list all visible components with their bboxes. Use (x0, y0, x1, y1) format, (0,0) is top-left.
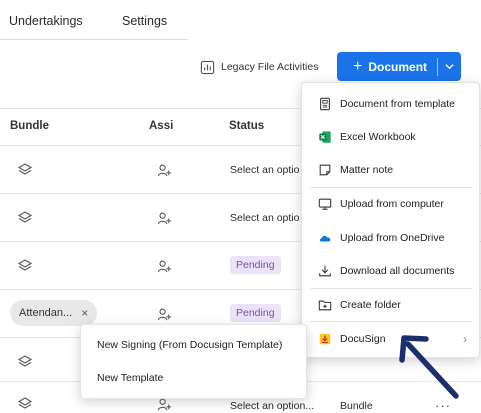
bundle-chip-label: Attendan... (19, 307, 73, 319)
menu-item-label: Create folder (340, 298, 401, 311)
document-template-icon (320, 97, 330, 110)
add-person-icon[interactable] (157, 307, 172, 322)
column-header-bundle[interactable]: Bundle (10, 120, 49, 132)
menu-item-label: DocuSign (340, 332, 386, 345)
status-select[interactable]: Select an option... (230, 400, 314, 412)
menu-item-download-all-documents[interactable]: Download all documents (302, 254, 479, 287)
layers-icon[interactable] (17, 258, 33, 274)
download-icon (319, 265, 331, 276)
docusign-icon (319, 333, 331, 344)
legacy-file-activities-label: Legacy File Activities (221, 61, 319, 73)
layers-icon[interactable] (17, 162, 33, 178)
menu-item-new-template[interactable]: New Template (97, 372, 163, 384)
excel-icon (319, 130, 331, 143)
menu-item-label: Document from template (340, 97, 455, 110)
layers-icon[interactable] (17, 354, 33, 370)
add-document-menu: Document from template Excel Workbook Ma… (301, 82, 480, 358)
annotation-arrow-icon (399, 335, 459, 399)
docusign-submenu: New Signing (From Docusign Template) New… (80, 324, 307, 399)
add-person-icon[interactable] (157, 397, 172, 412)
menu-item-label: Matter note (340, 163, 394, 176)
tab-undertakings[interactable]: Undertakings (9, 14, 83, 28)
column-header-status[interactable]: Status (229, 120, 264, 132)
add-person-icon[interactable] (157, 211, 172, 226)
status-select[interactable]: Select an optio (230, 164, 299, 176)
status-badge[interactable]: Pending (230, 256, 281, 274)
menu-item-excel-workbook[interactable]: Excel Workbook (302, 120, 479, 153)
layers-icon[interactable] (17, 396, 33, 412)
layers-icon[interactable] (17, 210, 33, 226)
column-header-assignee[interactable]: Assi (149, 120, 173, 132)
document-button-label: Document (368, 59, 428, 74)
chevron-down-icon (445, 64, 454, 70)
document-split-button: + Document (337, 52, 461, 81)
folder-plus-icon (318, 300, 332, 310)
add-person-icon[interactable] (157, 163, 172, 178)
menu-item-upload-from-onedrive[interactable]: Upload from OneDrive (302, 221, 479, 254)
plus-icon: + (353, 57, 363, 75)
status-badge[interactable]: Pending (230, 304, 281, 322)
tab-bar: Undertakings Settings (0, 0, 188, 40)
menu-item-upload-from-computer[interactable]: Upload from computer (302, 187, 479, 220)
monitor-icon (318, 198, 332, 210)
bundle-chip[interactable]: Attendan... × (10, 300, 98, 326)
note-icon (319, 164, 331, 175)
bar-chart-icon (200, 60, 215, 74)
menu-item-label: Excel Workbook (340, 130, 416, 143)
menu-item-document-from-template[interactable]: Document from template (302, 87, 479, 120)
status-select[interactable]: Select an optio (230, 212, 299, 224)
onedrive-icon (319, 235, 331, 241)
menu-item-new-signing[interactable]: New Signing (From Docusign Template) (97, 339, 282, 351)
close-icon[interactable]: × (81, 306, 88, 320)
menu-item-matter-note[interactable]: Matter note (302, 153, 479, 186)
bundle-type-label: Bundle (340, 400, 373, 412)
legacy-file-activities-link[interactable]: Legacy File Activities (200, 58, 318, 76)
menu-item-create-folder[interactable]: Create folder (302, 288, 479, 321)
tab-settings[interactable]: Settings (122, 14, 167, 28)
add-document-button[interactable]: + Document (337, 52, 437, 81)
menu-item-label: Upload from computer (340, 197, 444, 210)
add-person-icon[interactable] (157, 259, 172, 274)
document-dropdown-toggle[interactable] (438, 52, 461, 81)
menu-item-label: Download all documents (340, 264, 455, 277)
menu-item-label: Upload from OneDrive (340, 231, 445, 244)
